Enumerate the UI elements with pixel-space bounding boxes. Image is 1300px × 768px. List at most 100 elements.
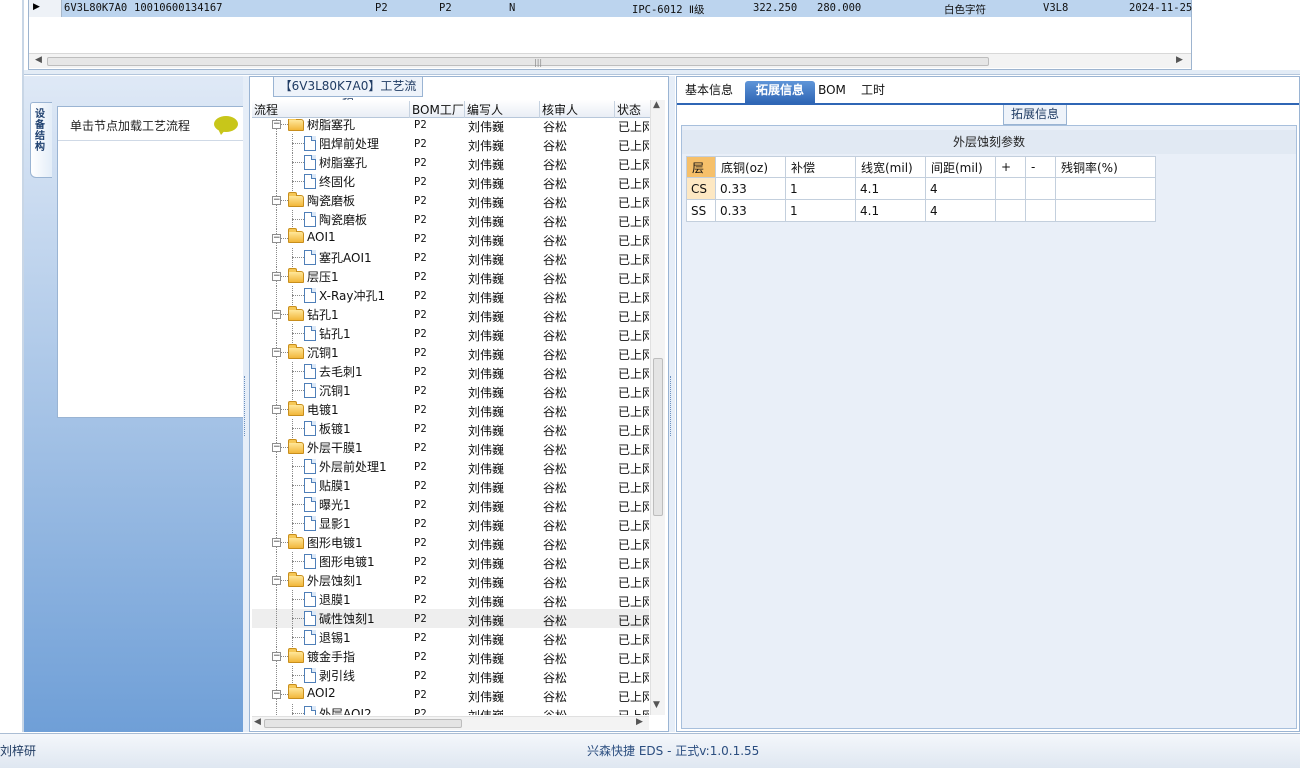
tree-node-name[interactable]: 显影1 xyxy=(304,515,351,532)
collapse-icon[interactable]: − xyxy=(272,576,281,585)
col-header-layer[interactable]: 层 xyxy=(686,156,716,178)
col-header-auditor[interactable]: 核审人 xyxy=(540,101,615,118)
tree-node-name[interactable]: 退膜1 xyxy=(304,591,351,608)
tree-row[interactable]: 贴膜1 P2 刘伟巍 谷松 已上网 xyxy=(252,476,649,495)
etch-cell[interactable]: 0.33 xyxy=(715,177,786,200)
tree-row[interactable]: 曝光1 P2 刘伟巍 谷松 已上网 xyxy=(252,495,649,514)
col-header-spacing[interactable]: 间距(mil) xyxy=(925,156,996,178)
tab-extended-info[interactable]: 拓展信息 xyxy=(745,81,815,103)
tab-bom[interactable]: BOM xyxy=(817,81,847,103)
tree-node-name[interactable]: 终固化 xyxy=(304,173,355,190)
col-header-residual-copper[interactable]: 残铜率(%) xyxy=(1055,156,1156,178)
tree-node-name[interactable]: 镀金手指 xyxy=(288,647,355,665)
scroll-right-icon[interactable]: ▶ xyxy=(1176,55,1183,65)
order-grid-hscrollbar[interactable]: ◀ ||| ▶ xyxy=(29,53,1191,68)
tree-row[interactable]: 阻焊前处理 P2 刘伟巍 谷松 已上网 xyxy=(252,134,649,153)
tree-node-name[interactable]: 图形电镀1 xyxy=(288,533,363,551)
tree-node-name[interactable]: AOI2 xyxy=(288,684,336,700)
col-header-minus[interactable]: - xyxy=(1025,156,1056,178)
tree-node-name[interactable]: 塞孔AOI1 xyxy=(304,249,372,266)
tree-row[interactable]: − 树脂塞孔 P2 刘伟巍 谷松 已上网 xyxy=(252,119,649,134)
collapse-icon[interactable]: − xyxy=(272,272,281,281)
tree-row[interactable]: − 镀金手指 P2 刘伟巍 谷松 已上网 xyxy=(252,647,649,666)
horizontal-splitter[interactable] xyxy=(24,70,1300,75)
tree-row[interactable]: 退锡1 P2 刘伟巍 谷松 已上网 xyxy=(252,628,649,647)
tree-node-name[interactable]: AOI1 xyxy=(288,228,336,244)
tree-node-name[interactable]: 板镀1 xyxy=(304,420,351,437)
tree-node-name[interactable]: 陶瓷磨板 xyxy=(288,191,355,209)
scroll-thumb[interactable] xyxy=(653,358,663,516)
right-vertical-splitter[interactable] xyxy=(669,76,675,732)
tree-node-name[interactable]: 去毛刺1 xyxy=(304,363,363,380)
tree-row[interactable]: 外层前处理1 P2 刘伟巍 谷松 已上网 xyxy=(252,457,649,476)
tree-node-name[interactable]: 电镀1 xyxy=(288,400,339,418)
tree-row[interactable]: − 图形电镀1 P2 刘伟巍 谷松 已上网 xyxy=(252,533,649,552)
etch-cell[interactable]: 0.33 xyxy=(715,199,786,222)
tree-row[interactable]: 去毛刺1 P2 刘伟巍 谷松 已上网 xyxy=(252,362,649,381)
collapse-icon[interactable]: − xyxy=(272,310,281,319)
col-header-line-width[interactable]: 线宽(mil) xyxy=(855,156,926,178)
scroll-up-icon[interactable]: ▲ xyxy=(653,100,660,110)
tree-row[interactable]: 终固化 P2 刘伟巍 谷松 已上网 xyxy=(252,172,649,191)
scroll-down-icon[interactable]: ▼ xyxy=(653,700,660,710)
collapse-icon[interactable]: − xyxy=(272,538,281,547)
collapse-icon[interactable]: − xyxy=(272,120,281,129)
scroll-thumb[interactable]: ||| xyxy=(47,57,989,67)
tree-row[interactable]: − AOI2 P2 刘伟巍 谷松 已上网 xyxy=(252,684,649,704)
tree-node-name[interactable]: 外层干膜1 xyxy=(288,438,363,456)
etch-cell[interactable]: 4 xyxy=(925,177,996,200)
col-header-base-copper[interactable]: 底铜(oz) xyxy=(715,156,786,178)
tree-node-name[interactable]: 图形电镀1 xyxy=(304,553,375,570)
tree-row[interactable]: X-Ray冲孔1 P2 刘伟巍 谷松 已上网 xyxy=(252,286,649,305)
tree-node-name[interactable]: 外层AOI2 xyxy=(304,705,372,715)
tree-row[interactable]: 显影1 P2 刘伟巍 谷松 已上网 xyxy=(252,514,649,533)
tree-node-name[interactable]: 剥引线 xyxy=(304,667,355,684)
process-tree[interactable]: − 树脂塞孔 P2 刘伟巍 谷松 已上网 阻焊前处理 P2 刘伟巍 谷松 已上网 树脂塞孔 P2 刘伟巍谷… xyxy=(252,119,649,715)
tree-row[interactable]: − 外层干膜1 P2 刘伟巍 谷松 已上网 xyxy=(252,438,649,457)
etch-cell[interactable]: 4.1 xyxy=(855,177,926,200)
tree-row[interactable]: − AOI1 P2 刘伟巍 谷松 已上网 xyxy=(252,228,649,248)
etch-cell[interactable] xyxy=(995,199,1026,222)
col-header-compensation[interactable]: 补偿 xyxy=(785,156,856,178)
node-list-box[interactable]: 单击节点加载工艺流程 xyxy=(57,106,245,418)
tree-row[interactable]: − 沉铜1 P2 刘伟巍 谷松 已上网 xyxy=(252,343,649,362)
tree-row[interactable]: − 电镀1 P2 刘伟巍 谷松 已上网 xyxy=(252,400,649,419)
tree-row[interactable]: 陶瓷磨板 P2 刘伟巍 谷松 已上网 xyxy=(252,210,649,229)
collapse-icon[interactable]: − xyxy=(272,690,281,699)
tree-row[interactable]: 退膜1 P2 刘伟巍 谷松 已上网 xyxy=(252,590,649,609)
etch-cell[interactable]: 4 xyxy=(925,199,996,222)
tree-node-name[interactable]: 钻孔1 xyxy=(304,325,351,342)
tab-basic-info[interactable]: 基本信息 xyxy=(679,81,739,103)
collapse-icon[interactable]: − xyxy=(272,652,281,661)
col-header-writer[interactable]: 编写人 xyxy=(465,101,540,118)
tree-row[interactable]: 塞孔AOI1 P2 刘伟巍 谷松 已上网 xyxy=(252,248,649,267)
tree-node-name[interactable]: 树脂塞孔 xyxy=(288,119,355,133)
etch-cell[interactable] xyxy=(1055,177,1156,200)
tree-row[interactable]: 外层AOI2 P2 刘伟巍 谷松 已上网 xyxy=(252,704,649,715)
scroll-thumb[interactable] xyxy=(264,719,462,728)
process-tree-vscrollbar[interactable]: ▲ ▼ xyxy=(650,100,665,715)
col-header-bom-factory[interactable]: BOM工厂 xyxy=(410,101,465,118)
tree-row[interactable]: − 陶瓷磨板 P2 刘伟巍 谷松 已上网 xyxy=(252,191,649,210)
tree-node-name[interactable]: 沉铜1 xyxy=(304,382,351,399)
process-tree-hscrollbar[interactable]: ◀ ▶ xyxy=(252,716,649,730)
etch-cell[interactable] xyxy=(1025,199,1056,222)
etch-cell-layer[interactable]: SS xyxy=(686,199,716,222)
collapse-icon[interactable]: − xyxy=(272,405,281,414)
scroll-left-icon[interactable]: ◀ xyxy=(254,717,261,727)
scroll-right-icon[interactable]: ▶ xyxy=(636,717,643,727)
tree-node-name[interactable]: 碱性蚀刻1 xyxy=(304,610,375,627)
etch-table-row[interactable]: SS 0.33 1 4.1 4 xyxy=(686,199,1156,222)
tree-node-name[interactable]: 阻焊前处理 xyxy=(304,135,379,152)
etch-cell-layer[interactable]: CS xyxy=(686,177,716,200)
tree-row[interactable]: 板镀1 P2 刘伟巍 谷松 已上网 xyxy=(252,419,649,438)
tree-node-name[interactable]: 沉铜1 xyxy=(288,343,339,361)
tree-node-name[interactable]: X-Ray冲孔1 xyxy=(304,287,385,304)
tree-node-name[interactable]: 陶瓷磨板 xyxy=(304,211,367,228)
etch-table-row[interactable]: CS 0.33 1 4.1 4 xyxy=(686,177,1156,200)
tree-row[interactable]: 剥引线 P2 刘伟巍 谷松 已上网 xyxy=(252,666,649,685)
tree-row[interactable]: − 层压1 P2 刘伟巍 谷松 已上网 xyxy=(252,267,649,286)
tree-row[interactable]: − 钻孔1 P2 刘伟巍 谷松 已上网 xyxy=(252,305,649,324)
scroll-left-icon[interactable]: ◀ xyxy=(35,55,42,65)
tree-node-name[interactable]: 钻孔1 xyxy=(288,305,339,323)
